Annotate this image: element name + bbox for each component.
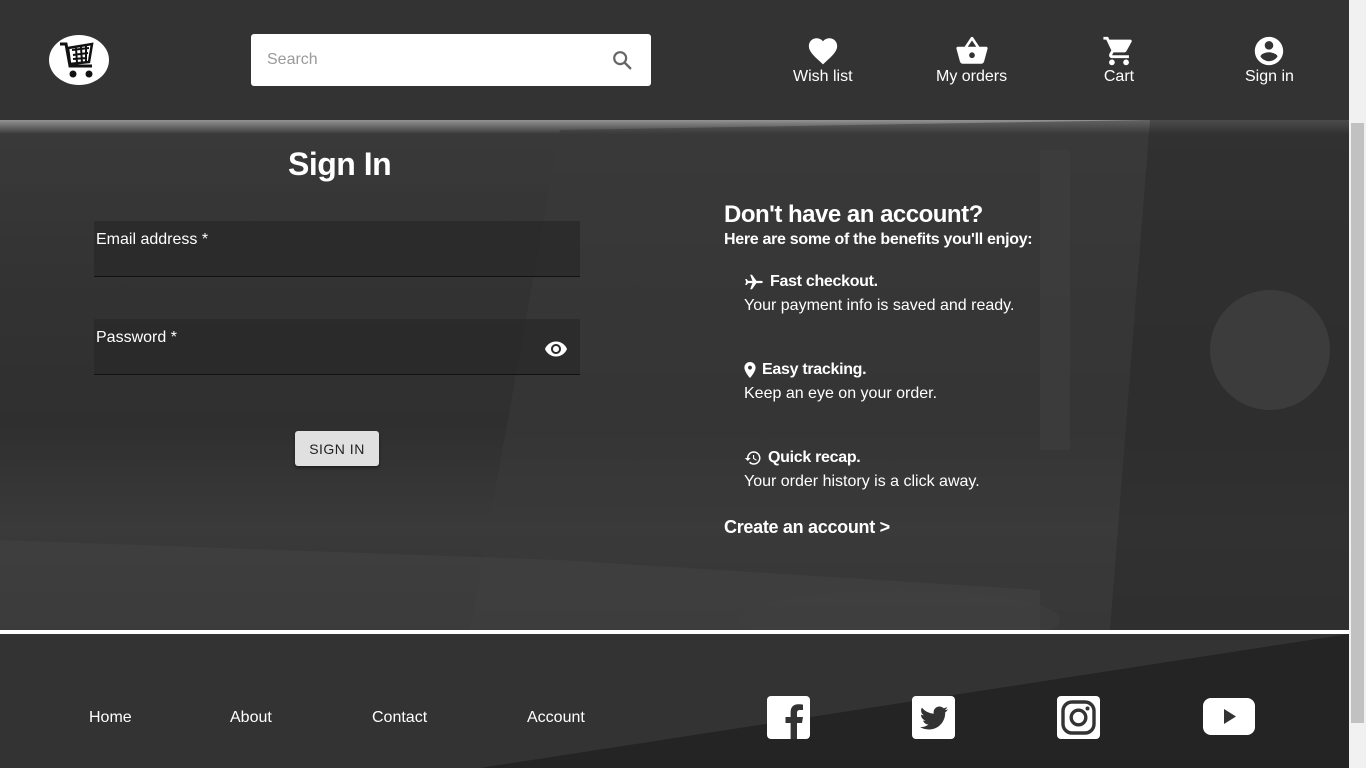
benefit-text: Your payment info is saved and ready. [744,297,1015,314]
location-pin-icon [744,362,756,378]
show-password-icon[interactable] [544,337,568,361]
cart-icon [1103,36,1132,66]
scrollbar-thumb[interactable] [1351,123,1364,723]
benefit-text: Keep an eye on your order. [744,385,938,402]
password-field[interactable]: Password * [94,319,580,375]
footer-background-shape [480,634,1349,768]
benefits-title: Don't have an account? [724,201,983,228]
benefit-fast-checkout: Fast checkout. Your payment info is save… [744,273,1014,315]
benefit-text: Your order history is a click away. [744,473,980,490]
email-label: Email address * [96,231,209,248]
sign-in-title: Sign In [288,146,392,182]
benefit-easy-tracking: Easy tracking. Keep an eye on your order… [744,361,937,403]
history-icon [744,451,761,465]
nav-wish-list-label: Wish list [793,68,853,85]
twitter-icon[interactable] [912,696,955,739]
site-footer: Home About Contact Account [0,634,1349,768]
search-bar [251,34,651,86]
search-input[interactable] [251,34,601,86]
benefit-heading: Easy tracking. [762,361,867,378]
nav-cart-label: Cart [1103,68,1135,85]
email-field[interactable]: Email address * [94,221,580,277]
youtube-icon[interactable] [1203,698,1255,735]
footer-link-home[interactable]: Home [89,709,132,727]
benefit-quick-recap: Quick recap. Your order history is a cli… [744,449,980,491]
footer-link-contact[interactable]: Contact [372,709,427,727]
main-content: Sign In Email address * Password * SIGN … [0,120,1349,630]
nav-my-orders-label: My orders [936,68,1008,85]
shopping-cart-logo-icon [60,42,94,78]
nav-wish-list[interactable]: Wish list [793,34,853,86]
site-header: Wish list My orders Cart Sign in [0,0,1349,120]
benefit-heading: Quick recap. [768,449,861,466]
background-image [0,120,1349,630]
basket-icon [955,36,988,64]
sign-in-button[interactable]: SIGN IN [295,431,379,466]
nav-my-orders[interactable]: My orders [936,34,1007,86]
logo[interactable] [49,35,109,85]
password-input[interactable] [96,347,526,371]
nav-sign-in-label: Sign in [1245,68,1294,85]
airplane-icon [745,274,763,290]
nav-sign-in[interactable]: Sign in [1245,34,1294,86]
footer-link-about[interactable]: About [230,709,272,727]
facebook-icon[interactable] [767,696,810,739]
account-icon [1255,36,1284,66]
page-scrollbar[interactable] [1349,0,1366,768]
footer-link-account[interactable]: Account [527,709,585,727]
benefits-subtitle: Here are some of the benefits you'll enj… [724,231,1033,248]
password-label: Password * [96,329,177,346]
heart-icon [808,38,837,65]
email-input[interactable] [96,249,526,273]
nav-cart[interactable]: Cart [1102,34,1136,86]
instagram-icon[interactable] [1057,696,1100,739]
create-account-link[interactable]: Create an account > [724,517,890,538]
search-icon[interactable] [611,49,633,71]
benefit-heading: Fast checkout. [770,273,878,290]
